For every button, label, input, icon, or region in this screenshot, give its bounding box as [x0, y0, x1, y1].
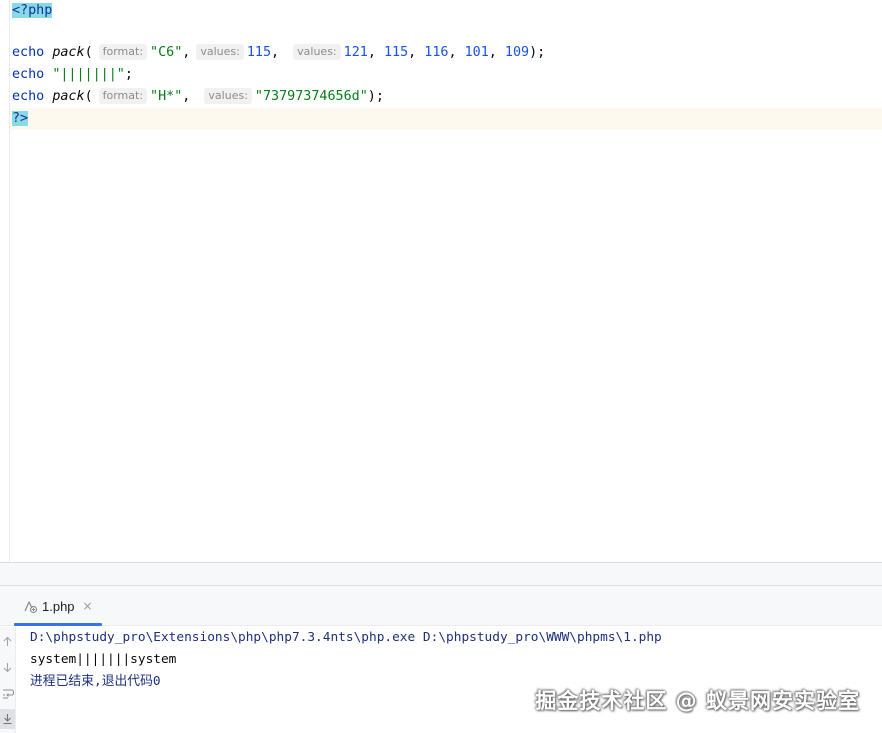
number-argument: 116 — [424, 45, 449, 60]
parameter-hint-format: format: — [98, 88, 148, 104]
number-argument: 115 — [246, 45, 272, 60]
scroll-to-end-icon[interactable] — [0, 709, 15, 729]
string-literal: "|||||||" — [52, 67, 125, 82]
separator: , — [408, 45, 425, 60]
function-name: pack — [52, 45, 85, 60]
parameter-hint-values: values: — [293, 44, 341, 60]
open-paren: ( — [84, 45, 93, 60]
comma: , — [182, 45, 191, 60]
echo-keyword: echo — [12, 67, 45, 82]
console-output-line: system|||||||system — [30, 652, 177, 667]
code-line-5[interactable]: echo pack( format: "H*", values: "737973746… — [12, 86, 384, 108]
separator: , — [367, 45, 384, 60]
echo-keyword: echo — [12, 89, 45, 104]
number-argument: 109 — [504, 45, 530, 60]
comma: , — [271, 45, 280, 60]
parameter-hint-values: values: — [196, 44, 244, 60]
arrow-up-icon[interactable] — [0, 631, 15, 651]
run-console[interactable]: D:\phpstudy_pro\Extensions\php\php7.3.4n… — [0, 627, 882, 733]
code-line-1[interactable]: <?php — [12, 0, 53, 22]
semicolon: ; — [124, 67, 133, 82]
console-toolbar — [0, 627, 16, 733]
parameter-hint-format: format: — [98, 44, 148, 60]
active-tab-indicator — [14, 623, 102, 626]
number-argument: 101 — [464, 45, 489, 60]
separator: , — [488, 45, 505, 60]
parameter-hint-values: values: — [204, 88, 252, 104]
close-paren: ); — [367, 89, 384, 104]
code-editor[interactable]: <?php echo pack(format: "C6", values: 115, … — [0, 0, 882, 562]
echo-keyword: echo — [12, 45, 45, 60]
php-run-icon — [22, 598, 38, 614]
code-line-4[interactable]: echo "|||||||"; — [12, 64, 133, 86]
number-argument: 121 — [343, 45, 368, 60]
open-paren: ( — [84, 89, 93, 104]
console-command-line[interactable]: D:\phpstudy_pro\Extensions\php\php7.3.4n… — [30, 627, 662, 649]
run-tab-label: 1.php — [42, 598, 75, 614]
close-paren: ); — [529, 45, 546, 60]
soft-wrap-icon[interactable] — [0, 683, 15, 703]
function-name: pack — [52, 89, 85, 104]
editor-gutter-divider — [9, 0, 10, 562]
arrow-down-icon[interactable] — [0, 657, 15, 677]
watermark-text: 掘金技术社区 @ 蚁景网安实验室 — [535, 689, 860, 713]
panel-gap — [0, 563, 882, 585]
string-argument: "73797374656d" — [254, 89, 368, 104]
php-open-tag: <?php — [12, 3, 53, 18]
format-argument: "C6" — [150, 45, 183, 60]
comma: , — [182, 89, 191, 104]
current-line-highlight — [10, 108, 882, 130]
code-line-6[interactable]: ?> — [12, 108, 29, 130]
php-close-tag: ?> — [12, 111, 29, 126]
close-icon[interactable]: × — [83, 599, 93, 613]
run-tab-1-php[interactable]: 1.php × — [14, 586, 101, 626]
code-line-3[interactable]: echo pack(format: "C6", values: 115, values… — [12, 42, 545, 64]
console-exit-message: 进程已结束,退出代码0 — [30, 674, 161, 689]
format-argument: "H*" — [150, 89, 183, 104]
separator: , — [448, 45, 465, 60]
run-tab-bar: 1.php × — [0, 586, 882, 626]
number-argument: 115 — [383, 45, 409, 60]
